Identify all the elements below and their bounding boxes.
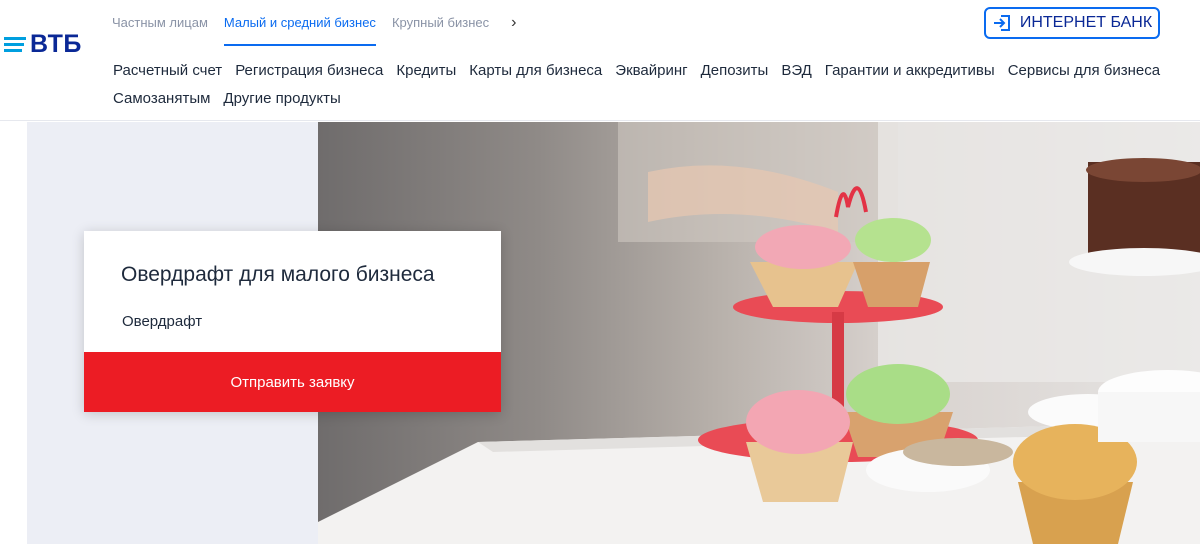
promo-card: Овердрафт для малого бизнеса Овердрафт О… xyxy=(84,231,501,412)
menu-item-cards[interactable]: Карты для бизнеса xyxy=(469,62,602,79)
vtb-logo[interactable]: ВТБ xyxy=(4,24,96,64)
menu-row-1: Расчетный счет Регистрация бизнеса Креди… xyxy=(113,56,1193,84)
submit-application-button[interactable]: Отправить заявку xyxy=(84,352,501,412)
menu-item-account[interactable]: Расчетный счет xyxy=(113,62,222,79)
site-header: ВТБ Частным лицам Малый и средний бизнес… xyxy=(0,0,1200,121)
menu-item-deposits[interactable]: Депозиты xyxy=(701,62,769,79)
logo-stripes-icon xyxy=(4,36,26,52)
menu-row-2: Самозанятым Другие продукты xyxy=(113,84,1193,112)
login-icon xyxy=(993,15,1010,31)
card-subtitle: Овердрафт xyxy=(122,313,203,330)
menu-item-other-products[interactable]: Другие продукты xyxy=(223,90,340,107)
menu-item-ved[interactable]: ВЭД xyxy=(781,62,811,79)
segment-tabs: Частным лицам Малый и средний бизнес Кру… xyxy=(112,0,516,46)
card-title: Овердрафт для малого бизнеса xyxy=(121,263,435,286)
menu-item-services[interactable]: Сервисы для бизнеса xyxy=(1008,62,1160,79)
logo-text: ВТБ xyxy=(30,29,82,58)
hero-banner: Овердрафт для малого бизнеса Овердрафт О… xyxy=(0,122,1200,544)
internet-bank-label: ИНТЕРНЕТ БАНК xyxy=(1019,14,1153,31)
product-menu: Расчетный счет Регистрация бизнеса Креди… xyxy=(113,56,1193,112)
tab-corporate[interactable]: Крупный бизнес xyxy=(392,0,489,46)
tab-small-business[interactable]: Малый и средний бизнес xyxy=(223,0,376,46)
menu-item-acquiring[interactable]: Эквайринг xyxy=(615,62,687,79)
menu-item-credits[interactable]: Кредиты xyxy=(396,62,456,79)
menu-item-registration[interactable]: Регистрация бизнеса xyxy=(235,62,383,79)
menu-item-self-employed[interactable]: Самозанятым xyxy=(113,90,210,107)
internet-bank-button[interactable]: ИНТЕРНЕТ БАНК xyxy=(984,7,1160,39)
menu-item-guarantees[interactable]: Гарантии и аккредитивы xyxy=(825,62,995,79)
tab-private[interactable]: Частным лицам xyxy=(112,0,208,46)
chevron-right-icon[interactable]: › xyxy=(511,0,516,46)
